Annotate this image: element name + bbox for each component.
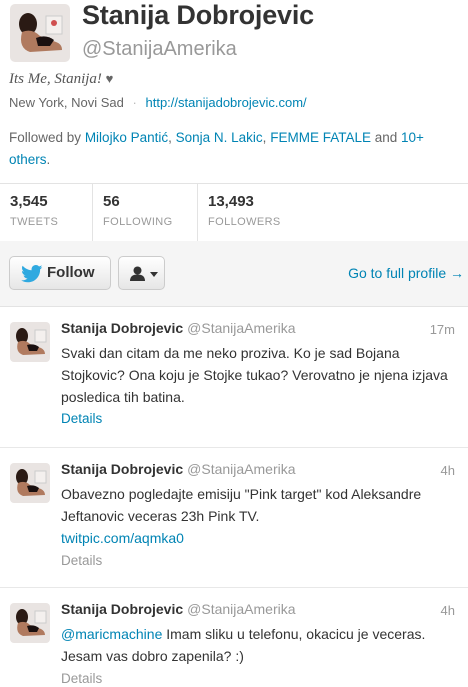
- tweet-item[interactable]: Stanija Dobrojevic @StanijaAmerika 4h Oba…: [0, 448, 468, 588]
- follow-label: Follow: [47, 264, 95, 281]
- tweet-timestamp[interactable]: 4h: [441, 603, 455, 618]
- tweet-avatar[interactable]: [10, 322, 50, 362]
- followed-by-link[interactable]: Milojko Pantić: [85, 130, 168, 145]
- profile-avatar[interactable]: [10, 4, 70, 62]
- heart-icon: ♥: [105, 71, 114, 86]
- tweet-author-name[interactable]: Stanija Dobrojevic: [61, 320, 183, 336]
- profile-handle: @StanijaAmerika: [82, 38, 237, 60]
- tweet-header: Stanija Dobrojevic @StanijaAmerika: [61, 320, 296, 336]
- tweet-timestamp[interactable]: 17m: [430, 322, 455, 337]
- tweet-avatar[interactable]: [10, 463, 50, 503]
- stat-value: 13,493: [208, 193, 254, 210]
- stat-followers[interactable]: 13,493 FOLLOWERS: [197, 184, 468, 241]
- user-actions-button[interactable]: [118, 256, 165, 290]
- tweet-link[interactable]: twitpic.com/aqmka0: [61, 527, 184, 549]
- followed-sep: ,: [168, 130, 172, 145]
- tweet-author-name[interactable]: Stanija Dobrojevic: [61, 461, 183, 477]
- followed-by-link[interactable]: FEMME FATALE: [270, 130, 371, 145]
- stat-following[interactable]: 56 FOLLOWING: [92, 184, 197, 241]
- stat-label: FOLLOWING: [103, 216, 173, 228]
- profile-location-row: New York, Novi Sad · http://stanijadobro…: [9, 95, 307, 110]
- tweet-header: Stanija Dobrojevic @StanijaAmerika: [61, 601, 296, 617]
- followed-prefix: Followed by: [9, 130, 82, 145]
- profile-location: New York, Novi Sad: [9, 95, 124, 110]
- followed-by-link[interactable]: Sonja N. Lakic: [176, 130, 263, 145]
- tweet-details-link[interactable]: Details: [61, 411, 102, 426]
- tweet-text: Svaki dan citam da me neko proziva. Ko j…: [61, 345, 448, 405]
- tweet-avatar[interactable]: [10, 603, 50, 643]
- stat-label: TWEETS: [10, 216, 59, 228]
- twitter-bird-icon: [21, 265, 43, 283]
- followed-by: Followed by Milojko Pantić, Sonja N. Lak…: [9, 127, 459, 171]
- profile-website-link[interactable]: http://stanijadobrojevic.com/: [146, 95, 307, 110]
- tweet-text: Obavezno pogledajte emisiju "Pink target…: [61, 486, 422, 524]
- tweet-details-link[interactable]: Details: [61, 553, 102, 568]
- stat-value: 56: [103, 193, 120, 210]
- profile-bio: Its Me, Stanija! ♥: [9, 71, 113, 88]
- tweet-timestamp[interactable]: 4h: [441, 463, 455, 478]
- profile-header: Stanija Dobrojevic @StanijaAmerika Its M…: [0, 0, 468, 183]
- tweet-item[interactable]: Stanija Dobrojevic @StanijaAmerika 4h @ma…: [0, 588, 468, 687]
- stat-tweets[interactable]: 3,545 TWEETS: [0, 184, 88, 241]
- tweet-mention-link[interactable]: @maricmachine: [61, 626, 162, 642]
- stat-label: FOLLOWERS: [208, 216, 281, 228]
- follow-button[interactable]: Follow: [9, 256, 111, 290]
- tweet-author-name[interactable]: Stanija Dobrojevic: [61, 601, 183, 617]
- followed-sep: ,: [262, 130, 267, 145]
- user-icon: [130, 266, 145, 281]
- tweet-header: Stanija Dobrojevic @StanijaAmerika: [61, 461, 296, 477]
- tweet-details-link[interactable]: Details: [61, 671, 102, 686]
- go-to-full-profile-link[interactable]: Go to full profile →: [348, 265, 464, 281]
- tweet-author-handle[interactable]: @StanijaAmerika: [187, 320, 295, 336]
- followed-and: and: [374, 130, 398, 145]
- tweet-text: @maricmachine Imam sliku u telefonu, oka…: [61, 623, 456, 667]
- tweet-author-handle[interactable]: @StanijaAmerika: [187, 601, 295, 617]
- separator: ·: [132, 95, 137, 110]
- action-bar: Follow Go to full profile →: [0, 241, 468, 307]
- tweet-item[interactable]: Stanija Dobrojevic @StanijaAmerika 17m Sv…: [0, 307, 468, 448]
- bio-text: Its Me, Stanija!: [9, 71, 102, 87]
- tweet-author-handle[interactable]: @StanijaAmerika: [187, 461, 295, 477]
- chevron-down-icon: [150, 272, 158, 277]
- stat-value: 3,545: [10, 193, 48, 210]
- followed-end: .: [46, 152, 51, 167]
- profile-stats: 3,545 TWEETS 56 FOLLOWING 13,493 FOLLOWE…: [0, 183, 468, 242]
- profile-name: Stanija Dobrojevic: [82, 0, 314, 30]
